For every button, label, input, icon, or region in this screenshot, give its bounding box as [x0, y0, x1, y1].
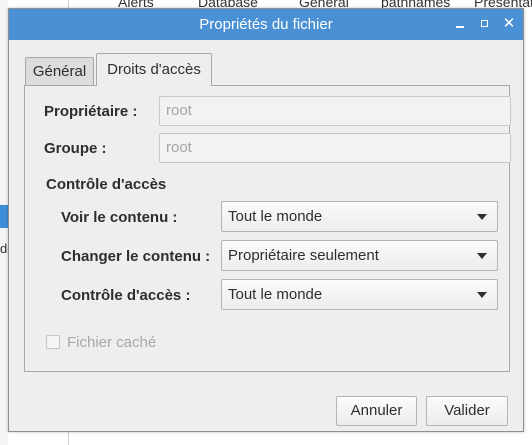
tab-general[interactable]: Général: [25, 57, 94, 85]
access-control-heading: Contrôle d'accès: [46, 176, 167, 193]
dialog-titlebar[interactable]: Propriétés du fichier ✕: [9, 9, 523, 40]
access-control-label: Contrôle d'accès :: [61, 287, 191, 304]
background-divider: [68, 430, 69, 445]
maximize-button[interactable]: [476, 15, 494, 33]
ok-button[interactable]: Valider: [426, 396, 508, 426]
background-sidebar-text: de: [0, 241, 8, 256]
change-content-value: Propriétaire seulement: [228, 247, 379, 264]
access-control-value: Tout le monde: [228, 286, 323, 303]
hidden-file-checkbox[interactable]: [46, 335, 60, 349]
close-button[interactable]: ✕: [500, 15, 518, 33]
access-rights-panel: Propriétaire : root Groupe : root Contrô…: [24, 85, 511, 372]
change-content-select[interactable]: Propriétaire seulement: [221, 240, 498, 271]
access-control-select[interactable]: Tout le monde: [221, 279, 498, 310]
minimize-button[interactable]: [451, 15, 469, 33]
close-icon: ✕: [502, 15, 516, 32]
change-content-label: Changer le contenu :: [61, 248, 211, 265]
tab-access-rights[interactable]: Droits d'accès: [96, 53, 212, 86]
hidden-file-label: Fichier caché: [67, 334, 157, 351]
maximize-icon: [481, 20, 488, 27]
view-content-value: Tout le monde: [228, 208, 323, 225]
dialog-title: Propriétés du fichier: [199, 16, 333, 33]
cancel-button[interactable]: Annuler: [336, 396, 417, 426]
owner-field: root: [159, 96, 511, 126]
owner-label: Propriétaire :: [44, 103, 138, 120]
background-selected-item[interactable]: [0, 205, 8, 228]
view-content-label: Voir le contenu :: [61, 209, 178, 226]
minimize-icon: [456, 26, 464, 28]
file-properties-dialog: Propriétés du fichier ✕ Général Droits d…: [8, 8, 524, 432]
chevron-down-icon: [477, 292, 487, 298]
chevron-down-icon: [477, 214, 487, 220]
view-content-select[interactable]: Tout le monde: [221, 201, 498, 232]
group-field: root: [159, 133, 511, 163]
group-label: Groupe :: [44, 140, 107, 157]
chevron-down-icon: [477, 253, 487, 259]
background-divider: [68, 0, 69, 8]
